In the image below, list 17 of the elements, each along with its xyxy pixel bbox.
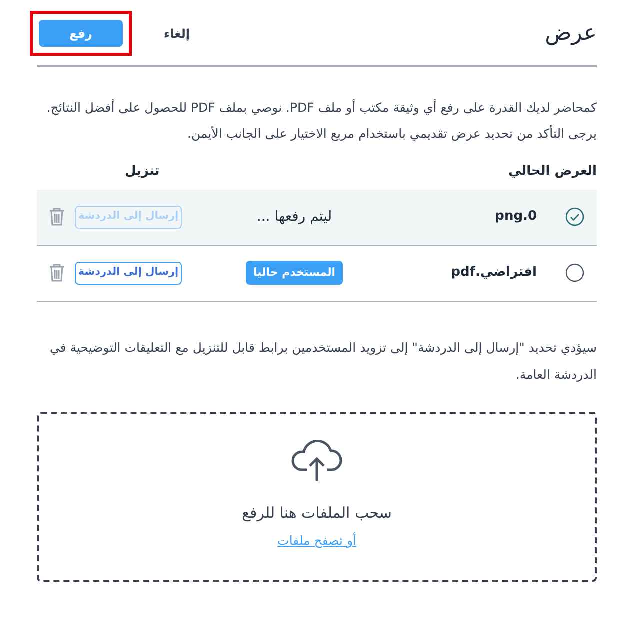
- note-text: سيؤدي تحديد "إرسال إلى الدردشة" إلى تزويد المستخدمين برابط قابل للتنزيل مع التعليقات التوضيحية في الدردشة العامة.: [48, 338, 597, 384]
- drop-zone[interactable]: سحب الملفات هنا للرفع أو تصفح ملفات: [37, 412, 597, 582]
- drop-zone-title: سحب الملفات هنا للرفع: [242, 502, 392, 524]
- current-badge: المستخدم حاليا: [246, 260, 344, 286]
- column-header: تنزيل: [125, 163, 160, 181]
- intro-text: كمحاضر لديك القدرة على رفع أي وثيقة مكتب أو ملف PDF. نوصي بملف PDF للحصول على أفضل النتائج. يرجى التأكد من تحديد عرض تقديمي باستخدام مربع الاختيار على الجانب الأيمن.: [46, 98, 597, 143]
- checked-circle-icon[interactable]: [565, 207, 585, 227]
- empty-circle-icon[interactable]: [565, 263, 585, 283]
- send-to-chat-button[interactable]: إرسال إلى الدردشة: [75, 262, 182, 284]
- file-name: png.0: [494, 208, 537, 226]
- cloud-upload-icon: [291, 440, 343, 482]
- cancel-button[interactable]: إلغاء: [164, 24, 190, 42]
- file-name: افتراضي.pdf: [450, 264, 537, 282]
- column-header: العرض الحالي: [508, 163, 597, 181]
- upload-status: ليتم رفعها ...: [256, 208, 332, 226]
- dialog-title: عرض: [545, 20, 597, 48]
- presentation-row[interactable]: افتراضي.pdf المستخدم حاليا إرسال إلى الدردشة: [37, 246, 597, 302]
